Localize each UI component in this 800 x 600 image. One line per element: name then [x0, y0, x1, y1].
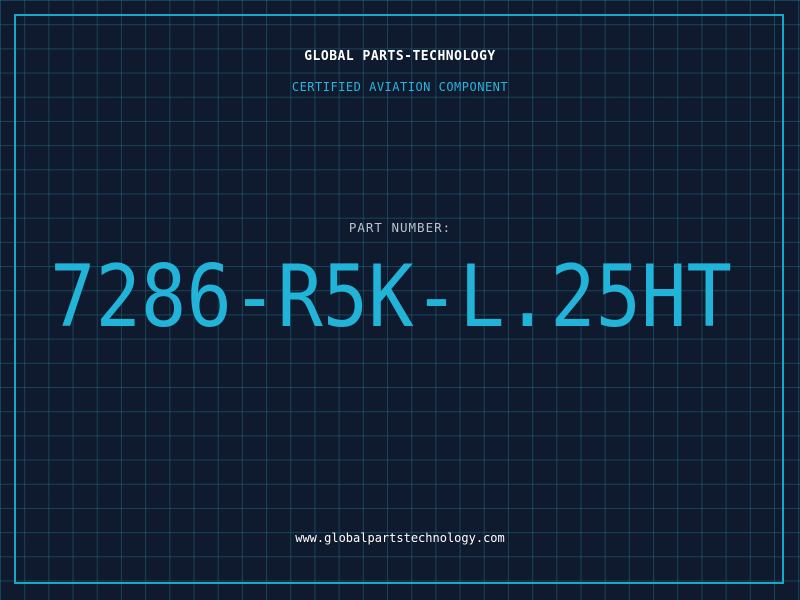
website-link[interactable]: www.globalpartstechnology.com: [0, 531, 800, 545]
company-name: GLOBAL PARTS-TECHNOLOGY: [304, 49, 496, 64]
part-number-value: 7286-R5K-L.25HT: [50, 258, 732, 340]
part-number-svg: 7286-R5K-L.25HT: [50, 258, 732, 340]
certification-tagline: CERTIFIED AVIATION COMPONENT: [291, 80, 509, 94]
part-number-label: PART NUMBER:: [348, 220, 452, 235]
part-number-display: 7286-R5K-L.25HT: [50, 258, 750, 340]
